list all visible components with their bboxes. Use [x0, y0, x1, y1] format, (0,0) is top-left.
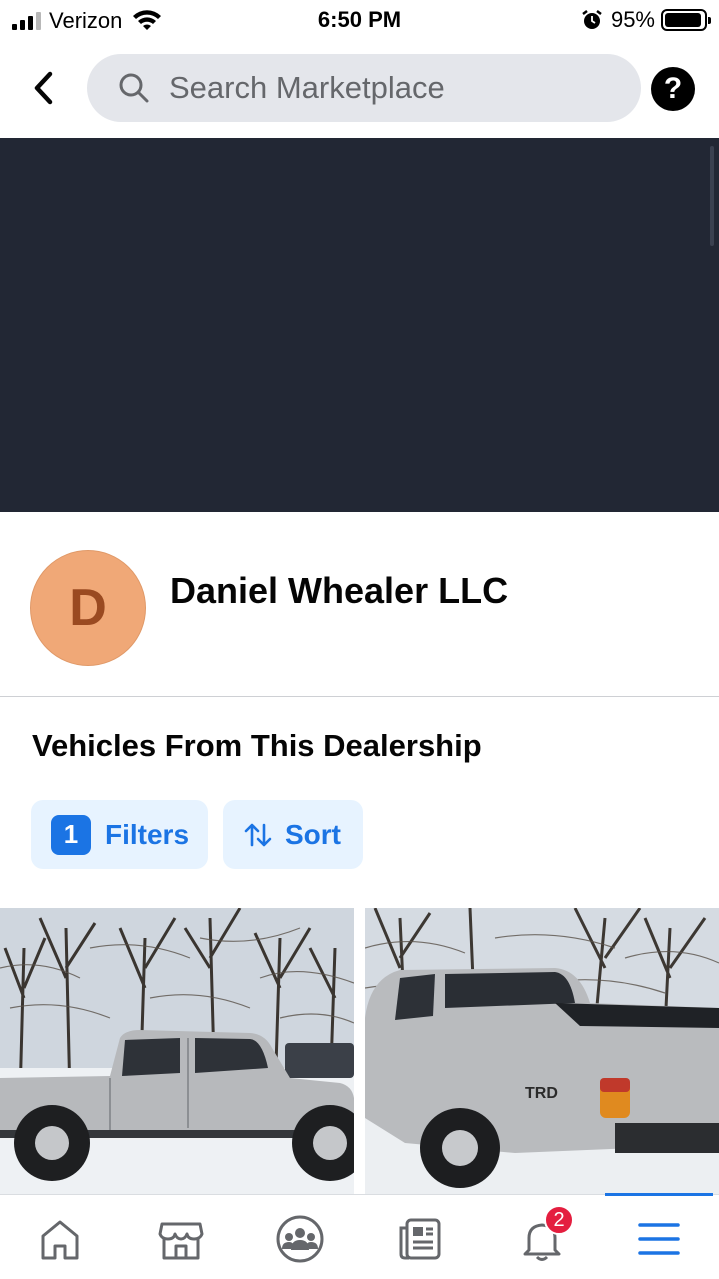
- listing-photo: [0, 908, 354, 1194]
- back-arrow-icon[interactable]: [28, 68, 62, 108]
- section-title: Vehicles From This Dealership: [32, 728, 482, 763]
- menu-icon: [638, 1223, 680, 1255]
- bottom-tab-bar: 2: [0, 1193, 719, 1279]
- sort-button[interactable]: Sort: [223, 800, 363, 869]
- news-icon: [399, 1218, 441, 1260]
- active-tab-indicator: [605, 1193, 713, 1196]
- sort-label: Sort: [285, 818, 341, 850]
- groups-icon: [276, 1215, 324, 1263]
- status-right: 95%: [581, 7, 711, 33]
- home-icon: [41, 1220, 79, 1260]
- battery-icon: [661, 9, 711, 31]
- svg-text:TRD: TRD: [525, 1085, 558, 1102]
- notification-badge: 2: [544, 1205, 574, 1235]
- listing-card[interactable]: TRD: [365, 908, 719, 1194]
- seller-profile: D Daniel Whealer LLC: [0, 512, 719, 697]
- tab-news[interactable]: [390, 1211, 450, 1267]
- sort-arrows-icon: [244, 823, 272, 846]
- scrollbar[interactable]: [710, 146, 714, 246]
- tab-notifications[interactable]: 2: [512, 1205, 574, 1267]
- seller-name[interactable]: Daniel Whealer LLC: [170, 570, 508, 612]
- status-bar: Verizon 6:50 PM 95%: [0, 0, 719, 40]
- listing-photo: TRD: [365, 908, 719, 1194]
- tab-groups[interactable]: [270, 1211, 330, 1267]
- search-input[interactable]: Search Marketplace: [87, 54, 641, 122]
- marketplace-icon: [158, 1222, 204, 1260]
- avatar[interactable]: D: [30, 550, 146, 666]
- filter-count-badge: 1: [51, 814, 91, 855]
- search-icon: [119, 73, 149, 103]
- cover-photo: [0, 138, 719, 512]
- listing-card[interactable]: [0, 908, 354, 1194]
- filters-button[interactable]: 1 Filters: [31, 800, 208, 869]
- filters-label: Filters: [105, 818, 190, 850]
- tab-home[interactable]: [30, 1211, 90, 1267]
- search-placeholder: Search Marketplace: [169, 70, 445, 105]
- marketplace-header: Search Marketplace ?: [0, 40, 719, 138]
- help-icon[interactable]: ?: [651, 67, 695, 111]
- tab-marketplace[interactable]: [151, 1211, 211, 1267]
- alarm-icon: [582, 10, 602, 29]
- tab-menu[interactable]: [629, 1211, 689, 1267]
- battery-percent: 95%: [610, 7, 655, 32]
